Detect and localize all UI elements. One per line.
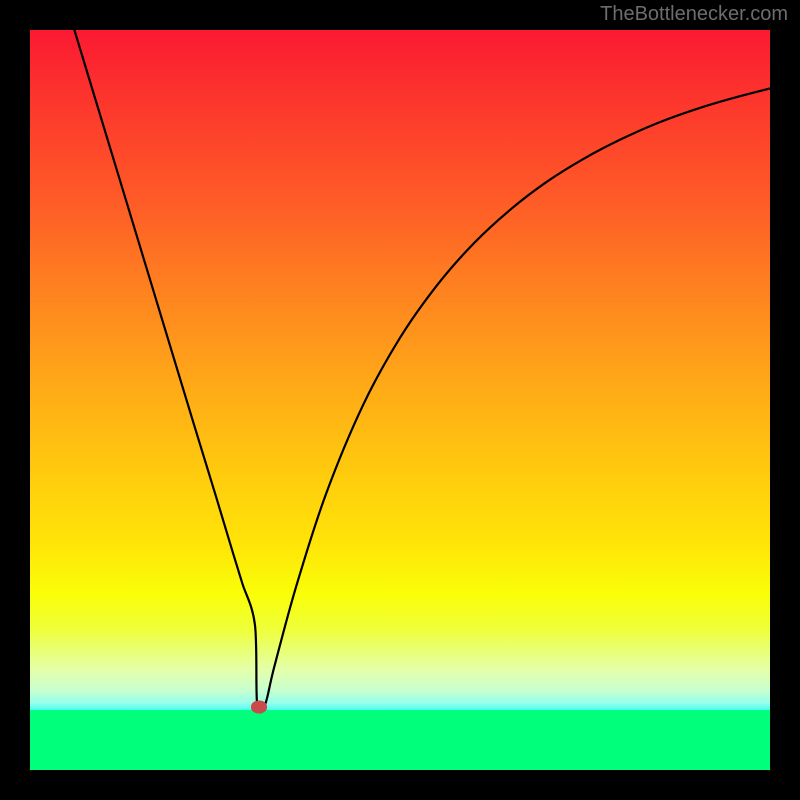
chart-background-gradient bbox=[30, 30, 770, 710]
chart-marker-dot bbox=[251, 701, 267, 714]
watermark-text: TheBottlenecker.com bbox=[600, 3, 788, 26]
chart-plot-area bbox=[30, 30, 770, 770]
chart-baseline-band bbox=[30, 710, 770, 770]
